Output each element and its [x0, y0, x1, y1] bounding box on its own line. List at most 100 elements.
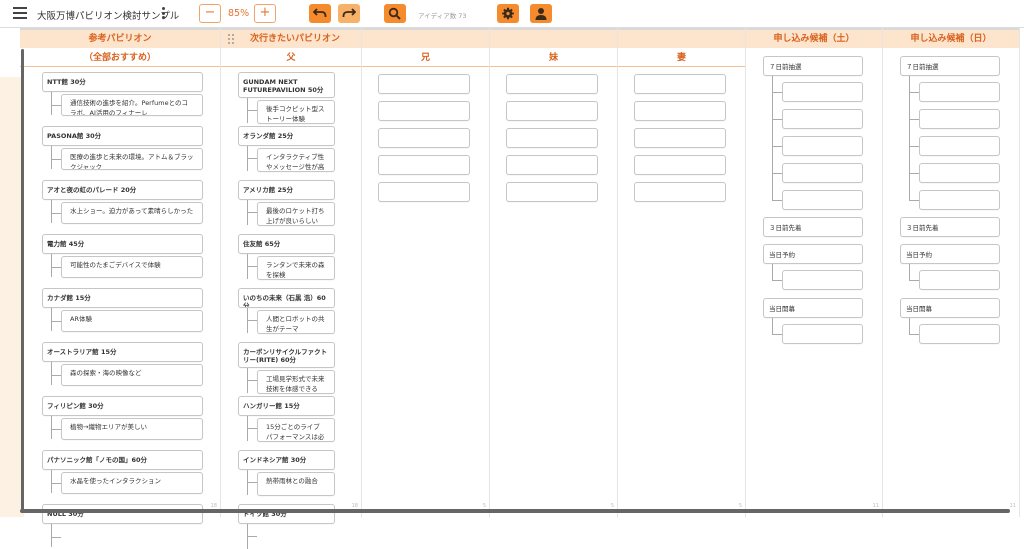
column-reference-sub[interactable]: （全部おすすめ）	[20, 49, 220, 67]
idea-card-desc[interactable]: AR体験	[61, 310, 203, 332]
empty-card-wife[interactable]	[634, 128, 726, 148]
empty-card-brother[interactable]	[378, 182, 470, 202]
search-button[interactable]	[384, 4, 406, 23]
column-wife-title[interactable]	[618, 28, 745, 48]
empty-card-brother[interactable]	[378, 155, 470, 175]
drag-handle-icon[interactable]	[228, 34, 235, 44]
undo-button[interactable]	[309, 4, 331, 23]
idea-card-title[interactable]: 電力館 45分	[42, 234, 203, 254]
idea-card-desc[interactable]: 森の探索・海の映像など	[61, 364, 203, 386]
idea-card-title[interactable]: オーストラリア館 15分	[42, 342, 203, 362]
apply-slot-card[interactable]	[782, 109, 863, 129]
idea-card-title[interactable]: GUNDAM NEXT FUTUREPAVILION 50分	[238, 72, 335, 98]
apply-slot-card[interactable]	[919, 136, 1000, 156]
more-vert-icon[interactable]	[162, 7, 166, 19]
menu-icon[interactable]	[13, 7, 27, 19]
empty-card-brother[interactable]	[378, 74, 470, 94]
apply-seven-day-card[interactable]: ７日前抽選	[763, 56, 863, 76]
idea-card-desc[interactable]: 15分ごとのライブパフォーマンスは必見との	[257, 418, 335, 442]
apply-same-day-card[interactable]: 当日予約	[900, 244, 1000, 264]
empty-card-wife[interactable]	[634, 155, 726, 175]
idea-card-title[interactable]: PASONA館 30分	[42, 126, 203, 146]
idea-card-title[interactable]: パナソニック館「ノモの国」60分	[42, 450, 203, 470]
idea-card-desc[interactable]: 可能性のたまごデバイスで体験	[61, 256, 203, 278]
apply-seven-day-card[interactable]: ７日前抽選	[900, 56, 1000, 76]
idea-card-title[interactable]: オランダ館 25分	[238, 126, 335, 146]
idea-card-desc[interactable]: 工場見学形式で未来技術を体感できる	[257, 370, 335, 394]
apply-slot-card[interactable]	[919, 163, 1000, 183]
vertical-scrollbar[interactable]	[21, 49, 24, 511]
apply-slot-card[interactable]	[782, 136, 863, 156]
column-brother-sub[interactable]: 兄	[362, 49, 489, 67]
apply-slot-card[interactable]	[919, 324, 1000, 344]
idea-card-title[interactable]: フィリピン館 30分	[42, 396, 203, 416]
column-brother-title[interactable]	[362, 28, 489, 48]
column-wish-title[interactable]: 次行きたいパビリオン	[221, 28, 361, 48]
idea-card-title[interactable]: カーボンリサイクルファクトリー(RITE) 60分	[238, 342, 335, 368]
idea-card-title[interactable]: いのちの未来（石黒 浩）60分	[238, 288, 335, 308]
idea-card-desc[interactable]: ランタンで未来の森を探検	[257, 256, 335, 280]
column-wife-sub[interactable]: 妻	[618, 49, 745, 67]
apply-slot-card[interactable]	[782, 163, 863, 183]
redo-button[interactable]	[338, 4, 360, 23]
empty-card-sister[interactable]	[506, 74, 598, 94]
column-sister-sub[interactable]: 妹	[490, 49, 617, 67]
apply-slot-card[interactable]	[919, 109, 1000, 129]
idea-card-title[interactable]: ハンガリー館 15分	[238, 396, 335, 416]
empty-card-brother[interactable]	[378, 128, 470, 148]
empty-card-wife[interactable]	[634, 74, 726, 94]
idea-card-desc[interactable]: 通信技術の進歩を紹介。Perfumeとのコラボ、AI活用のフィナーレ	[61, 94, 203, 116]
idea-card-desc[interactable]: 熱帯雨林との融合	[257, 472, 335, 496]
idea-card-desc[interactable]: 後手コクピット型ストーリー体験	[257, 100, 335, 124]
column-apply-sun-title[interactable]: 申し込み候補（日）	[883, 28, 1019, 48]
empty-card-wife[interactable]	[634, 101, 726, 121]
apply-slot-card[interactable]	[919, 190, 1000, 210]
apply-slot-card[interactable]	[782, 270, 863, 290]
empty-card-brother[interactable]	[378, 101, 470, 121]
apply-three-day-card[interactable]: ３日前先着	[900, 217, 1000, 237]
column-reference-title[interactable]: 参考パビリオン	[20, 28, 220, 48]
idea-card-desc[interactable]: 水晶を使ったインタラクション	[61, 472, 203, 494]
tree-connector	[247, 320, 257, 321]
empty-card-sister[interactable]	[506, 182, 598, 202]
tree-connector	[909, 146, 919, 147]
idea-card-desc[interactable]: 最後のロケット打ち上げが良いらしい	[257, 202, 335, 226]
empty-card-wife[interactable]	[634, 182, 726, 202]
idea-card-title[interactable]: NULL 30分	[42, 504, 203, 524]
column-apply-sat-title[interactable]: 申し込み候補（土）	[746, 28, 882, 48]
empty-card-sister[interactable]	[506, 101, 598, 121]
zoom-level: 85%	[228, 8, 250, 19]
apply-on-site-card[interactable]: 当日開幕	[763, 298, 863, 318]
tree-connector	[772, 119, 782, 120]
idea-card-title[interactable]: インドネシア館 30分	[238, 450, 335, 470]
apply-three-day-card[interactable]: ３日前先着	[763, 217, 863, 237]
redo-icon	[342, 8, 356, 17]
apply-slot-card[interactable]	[782, 82, 863, 102]
idea-card-title[interactable]: ドイツ館 30分	[238, 504, 335, 524]
apply-slot-card[interactable]	[782, 324, 863, 344]
apply-slot-card[interactable]	[782, 190, 863, 210]
idea-card-title[interactable]: NTT館 30分	[42, 72, 203, 92]
empty-card-sister[interactable]	[506, 155, 598, 175]
account-button[interactable]	[530, 4, 552, 23]
horizontal-scrollbar[interactable]	[20, 509, 1010, 513]
idea-card-title[interactable]: 住友館 65分	[238, 234, 335, 254]
idea-card-desc[interactable]: 人間とロボットの共生がテーマ	[257, 310, 335, 334]
idea-card-desc[interactable]: 水上ショー。迫力があって素晴らしかった	[61, 202, 203, 224]
column-wish-sub[interactable]: 父	[221, 49, 361, 67]
settings-button[interactable]	[497, 4, 519, 23]
column-sister-title[interactable]	[490, 28, 617, 48]
idea-card-desc[interactable]: 医療の進歩と未来の環境。アトム＆ブラックジャック	[61, 148, 203, 170]
idea-card-title[interactable]: アオと夜の虹のパレード 20分	[42, 180, 203, 200]
apply-slot-card[interactable]	[919, 270, 1000, 290]
idea-card-desc[interactable]: 植物→織物エリアが美しい	[61, 418, 203, 440]
idea-card-title[interactable]: カナダ館 15分	[42, 288, 203, 308]
idea-card-title[interactable]: アメリカ館 25分	[238, 180, 335, 200]
zoom-in-button[interactable]: +	[254, 4, 276, 23]
apply-on-site-card[interactable]: 当日開幕	[900, 298, 1000, 318]
zoom-out-button[interactable]: −	[199, 4, 221, 23]
apply-same-day-card[interactable]: 当日予約	[763, 244, 863, 264]
idea-card-desc[interactable]: インタラクティブ性やメッセージ性が高い	[257, 148, 335, 172]
empty-card-sister[interactable]	[506, 128, 598, 148]
apply-slot-card[interactable]	[919, 82, 1000, 102]
